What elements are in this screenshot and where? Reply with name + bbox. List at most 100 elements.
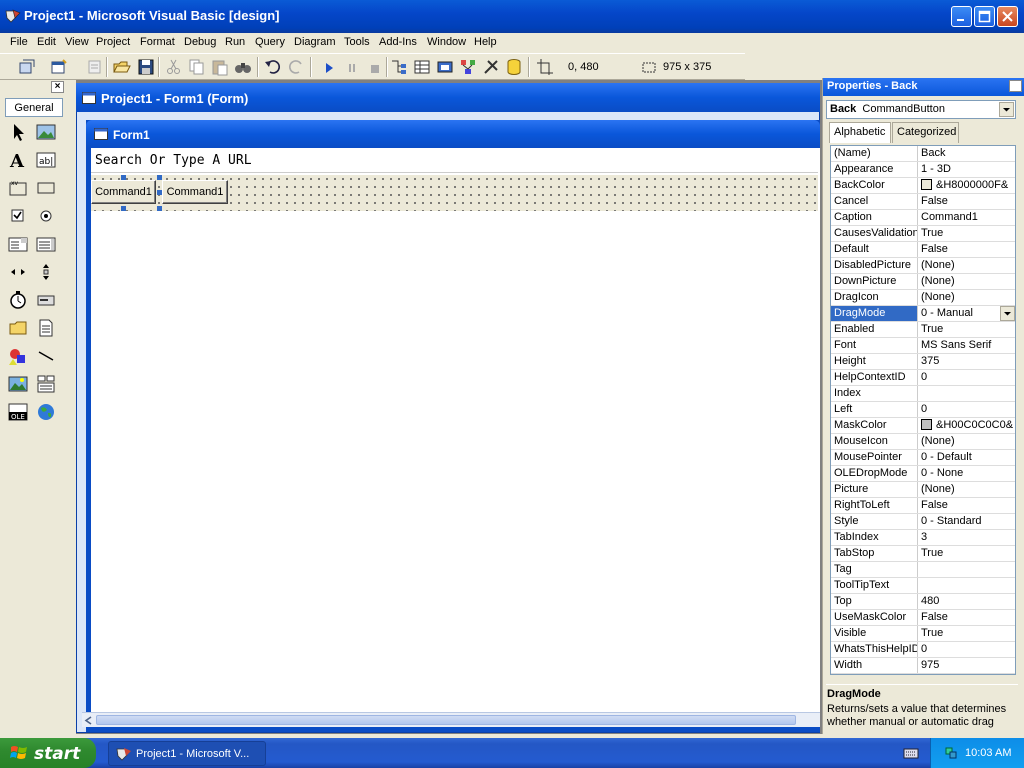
form-client-area[interactable] (91, 148, 820, 712)
property-row[interactable]: Cancel False (831, 194, 1015, 210)
maximize-button[interactable] (974, 6, 995, 27)
break-icon[interactable] (343, 58, 361, 76)
property-row[interactable]: DisabledPicture (None) (831, 258, 1015, 274)
object-combo[interactable]: Back CommandButton (826, 100, 1016, 119)
property-value[interactable]: True (919, 226, 1015, 241)
property-value[interactable]: 1 - 3D (919, 162, 1015, 177)
property-row[interactable]: Width 975 (831, 658, 1015, 674)
property-row[interactable]: Top 480 (831, 594, 1015, 610)
line-tool[interactable] (34, 344, 58, 368)
property-row[interactable]: TabStop True (831, 546, 1015, 562)
taskbar-item-vb[interactable]: Project1 - Microsoft V... (108, 741, 266, 766)
selection-handle[interactable] (157, 206, 162, 211)
property-row[interactable]: WhatsThisHelpID 0 (831, 642, 1015, 658)
tab-categorized[interactable]: Categorized (892, 122, 959, 143)
dirlistbox-tool[interactable] (6, 316, 30, 340)
menu-editor-icon[interactable] (86, 58, 104, 76)
cut-icon[interactable] (165, 58, 183, 76)
property-row[interactable]: Index (831, 386, 1015, 402)
property-row[interactable]: Appearance 1 - 3D (831, 162, 1015, 178)
toolbox-icon[interactable] (482, 58, 500, 76)
property-value[interactable]: True (919, 626, 1015, 641)
property-value[interactable]: False (919, 242, 1015, 257)
vscrollbar-tool[interactable] (34, 260, 58, 284)
menu-format[interactable]: Format (140, 36, 175, 48)
property-value[interactable]: (None) (919, 274, 1015, 289)
property-value[interactable]: 0 (919, 370, 1015, 385)
property-row[interactable]: OLEDropMode 0 - None (831, 466, 1015, 482)
property-row[interactable]: DragMode 0 - Manual (831, 306, 1015, 322)
property-value[interactable]: 0 - Default (919, 450, 1015, 465)
data-tool[interactable] (34, 372, 58, 396)
pointer-tool[interactable] (6, 120, 30, 144)
property-value[interactable]: (None) (919, 482, 1015, 497)
network-icon[interactable] (943, 745, 959, 761)
close-button[interactable] (997, 6, 1018, 27)
property-row[interactable]: Caption Command1 (831, 210, 1015, 226)
property-row[interactable]: Enabled True (831, 322, 1015, 338)
object-browser-icon[interactable] (459, 58, 477, 76)
property-row[interactable]: Left 0 (831, 402, 1015, 418)
property-value[interactable]: Back (919, 146, 1015, 161)
property-row[interactable]: Style 0 - Standard (831, 514, 1015, 530)
combobox-tool[interactable] (6, 232, 30, 256)
property-value[interactable]: False (919, 498, 1015, 513)
property-row[interactable]: CausesValidation True (831, 226, 1015, 242)
chevron-down-icon[interactable] (999, 102, 1014, 117)
redo-icon[interactable] (287, 58, 305, 76)
property-row[interactable]: DragIcon (None) (831, 290, 1015, 306)
menu-query[interactable]: Query (255, 36, 285, 48)
property-row[interactable]: Default False (831, 242, 1015, 258)
property-row[interactable]: MaskColor &H00C0C0C0& (831, 418, 1015, 434)
scroll-thumb[interactable] (96, 715, 796, 725)
selection-handle[interactable] (121, 175, 126, 180)
property-value[interactable]: False (919, 194, 1015, 209)
minimize-button[interactable] (951, 6, 972, 27)
start-run-icon[interactable] (320, 58, 338, 76)
property-value[interactable]: 0 - Manual (919, 306, 1015, 321)
checkbox-tool[interactable] (6, 204, 30, 228)
property-row[interactable]: MouseIcon (None) (831, 434, 1015, 450)
menu-edit[interactable]: Edit (37, 36, 56, 48)
command1-button[interactable]: Command1 (162, 180, 228, 204)
property-value[interactable]: True (919, 546, 1015, 561)
horizontal-scrollbar[interactable] (82, 712, 820, 727)
selection-handle[interactable] (157, 175, 162, 180)
menu-help[interactable]: Help (474, 36, 497, 48)
timer-tool[interactable] (6, 288, 30, 312)
picturebox-tool[interactable] (34, 120, 58, 144)
image-tool[interactable] (6, 372, 30, 396)
project-window-title-bar[interactable]: Project1 - Form1 (Form) (76, 83, 820, 112)
property-value[interactable]: Command1 (919, 210, 1015, 225)
properties-close-icon[interactable]: × (1009, 80, 1022, 92)
property-value[interactable]: 375 (919, 354, 1015, 369)
listbox-tool[interactable] (34, 232, 58, 256)
copy-icon[interactable] (188, 58, 206, 76)
property-row[interactable]: UseMaskColor False (831, 610, 1015, 626)
add-form-icon[interactable] (50, 58, 68, 76)
filelistbox-tool[interactable] (34, 316, 58, 340)
property-row[interactable]: HelpContextID 0 (831, 370, 1015, 386)
keyboard-icon[interactable] (903, 746, 919, 760)
properties-title-bar[interactable]: Properties - Back × (823, 78, 1024, 96)
selection-handle[interactable] (121, 206, 126, 211)
property-value[interactable] (919, 562, 1015, 577)
menu-file[interactable]: File (10, 36, 28, 48)
ole-tool[interactable]: OLE (6, 400, 30, 424)
property-value[interactable] (919, 386, 1015, 401)
property-row[interactable]: ToolTipText (831, 578, 1015, 594)
label-tool[interactable]: A (6, 148, 30, 172)
paste-icon[interactable] (211, 58, 229, 76)
toolbox-close-icon[interactable]: × (51, 81, 64, 93)
project-explorer-icon[interactable] (390, 58, 408, 76)
property-value[interactable]: MS Sans Serif (919, 338, 1015, 353)
menu-debug[interactable]: Debug (184, 36, 216, 48)
commandbutton-tool[interactable] (34, 176, 58, 200)
drivelistbox-tool[interactable] (34, 288, 58, 312)
url-textbox[interactable]: Search Or Type A URL (91, 149, 818, 173)
property-row[interactable]: Visible True (831, 626, 1015, 642)
property-value[interactable]: (None) (919, 290, 1015, 305)
property-row[interactable]: (Name) Back (831, 146, 1015, 162)
tab-alphabetic[interactable]: Alphabetic (829, 122, 891, 143)
open-folder-icon[interactable] (113, 58, 131, 76)
